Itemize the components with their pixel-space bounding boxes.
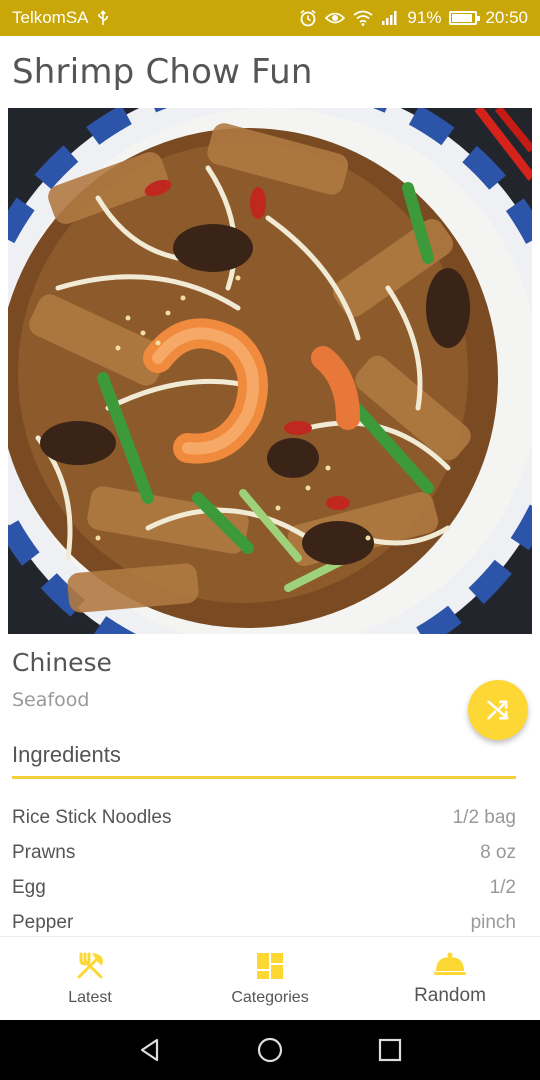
nav-latest[interactable]: Latest <box>0 937 180 1020</box>
ingredient-row: Prawns 8 oz <box>12 835 516 870</box>
ingredient-name: Prawns <box>12 841 76 863</box>
carrier-name: TelkomSA <box>12 8 89 27</box>
ingredient-row: Pepper pinch <box>12 905 516 940</box>
dashboard-icon <box>257 952 283 979</box>
ingredient-quantity: 1/2 <box>489 876 516 898</box>
meal-title: Shrimp Chow Fun <box>12 52 313 92</box>
nav-categories[interactable]: Categories <box>180 937 360 1020</box>
battery-percent: 91% <box>407 8 442 27</box>
eye-icon <box>325 11 346 25</box>
ingredient-quantity: 1/2 bag <box>452 806 516 828</box>
ingredient-name: Egg <box>12 876 46 898</box>
recents-icon[interactable] <box>377 1037 403 1063</box>
nav-random-label: Random <box>414 984 486 1006</box>
ingredients-divider <box>12 776 516 779</box>
cuisine-label: Chinese <box>12 648 112 677</box>
ingredient-row: Egg 1/2 <box>12 870 516 905</box>
meal-photo <box>8 108 532 634</box>
status-bar: TelkomSA 91% 20:50 <box>0 0 540 36</box>
category-label: Seafood <box>12 689 90 711</box>
ingredient-quantity: 8 oz <box>480 841 516 863</box>
ingredient-name: Rice Stick Noodles <box>12 806 172 828</box>
ingredient-quantity: pinch <box>470 911 516 933</box>
ingredients-list: Rice Stick Noodles 1/2 bag Prawns 8 oz E… <box>12 800 516 940</box>
cloche-icon <box>434 952 466 975</box>
nav-categories-label: Categories <box>231 988 309 1006</box>
battery-icon <box>449 11 481 25</box>
ingredient-row: Rice Stick Noodles 1/2 bag <box>12 800 516 835</box>
home-icon[interactable] <box>256 1036 284 1064</box>
back-icon[interactable] <box>137 1037 163 1063</box>
shuffle-icon <box>487 700 509 720</box>
usb-icon <box>97 10 109 26</box>
ingredient-name: Pepper <box>12 911 74 933</box>
bottom-navigation: Latest Categories Random <box>0 936 540 1020</box>
clock: 20:50 <box>485 8 528 27</box>
nav-latest-label: Latest <box>68 988 112 1006</box>
system-navigation-bar <box>0 1020 540 1080</box>
fork-knife-icon <box>77 952 103 978</box>
wifi-icon <box>353 10 373 26</box>
signal-icon <box>381 10 399 26</box>
nav-random[interactable]: Random <box>360 937 540 1020</box>
shuffle-button[interactable] <box>468 680 528 740</box>
alarm-icon <box>299 9 317 27</box>
ingredients-heading: Ingredients <box>12 742 121 767</box>
